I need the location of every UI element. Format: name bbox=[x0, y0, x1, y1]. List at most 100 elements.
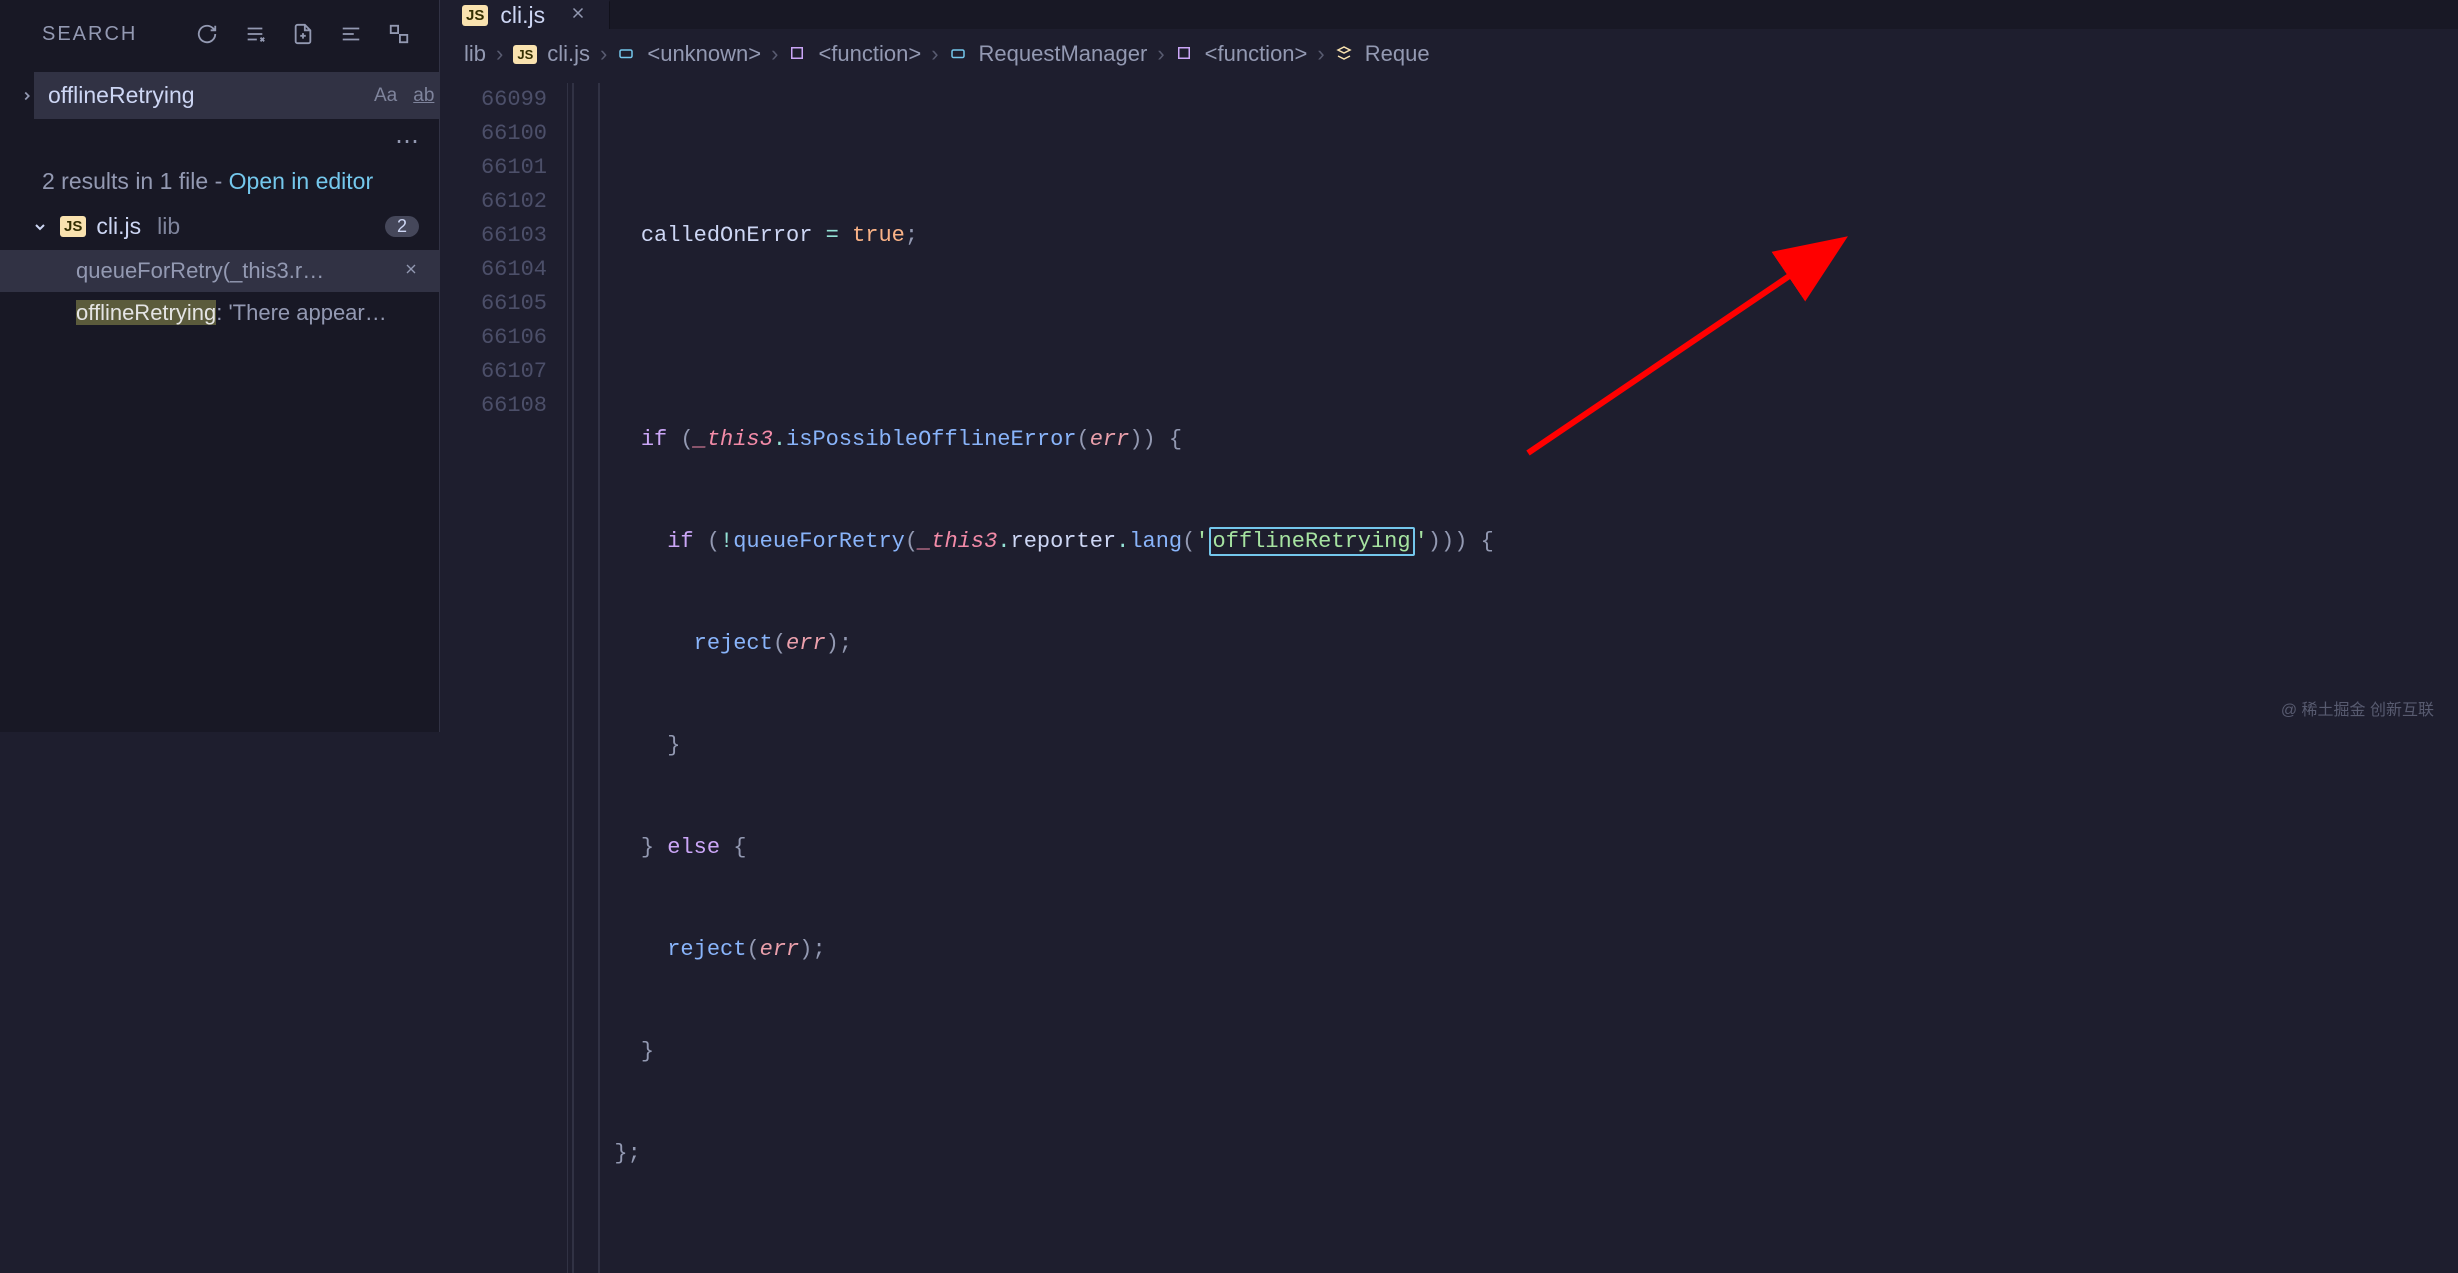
bc-item[interactable]: <function> bbox=[818, 41, 921, 67]
method-icon bbox=[1335, 44, 1355, 64]
indent-guide bbox=[598, 83, 600, 1273]
code-token: . bbox=[997, 529, 1010, 554]
editor-area: JS cli.js lib › JS cli.js › <unknown> › … bbox=[440, 0, 2458, 732]
symbol-icon bbox=[617, 44, 637, 64]
search-result-item[interactable]: queueForRetry(_this3.r… bbox=[0, 250, 439, 292]
chevron-right-icon: › bbox=[1317, 41, 1324, 67]
code-token: if bbox=[641, 427, 667, 452]
result-text: offlineRetrying: 'There appear… bbox=[76, 300, 387, 326]
tab-cli-js[interactable]: JS cli.js bbox=[440, 0, 610, 29]
bc-item[interactable]: <unknown> bbox=[647, 41, 761, 67]
bc-item[interactable]: cli.js bbox=[547, 41, 590, 67]
code-token: ' bbox=[1195, 529, 1208, 554]
search-result-item[interactable]: offlineRetrying: 'There appear… bbox=[0, 292, 439, 334]
code-token: ( bbox=[1077, 427, 1090, 452]
code-token: . bbox=[1116, 529, 1129, 554]
code-token: queueForRetry bbox=[733, 529, 905, 554]
line-number: 66100 bbox=[440, 117, 547, 151]
match-case-button[interactable]: Aa bbox=[366, 81, 405, 111]
file-path: lib bbox=[157, 213, 180, 240]
js-icon: JS bbox=[60, 216, 86, 237]
collapse-icon[interactable] bbox=[383, 18, 415, 50]
line-number: 66101 bbox=[440, 151, 547, 185]
code-token: ( bbox=[773, 631, 786, 656]
more-options[interactable]: ⋯ bbox=[0, 123, 439, 160]
code-token: ( bbox=[680, 427, 693, 452]
code-token: err bbox=[786, 631, 826, 656]
result-file-row[interactable]: JS cli.js lib 2 bbox=[0, 203, 439, 250]
code-token: . bbox=[773, 427, 786, 452]
search-header: SEARCH bbox=[0, 0, 439, 64]
bc-item[interactable]: RequestManager bbox=[979, 41, 1148, 67]
chevron-right-icon: › bbox=[931, 41, 938, 67]
new-file-icon[interactable] bbox=[287, 18, 319, 50]
symbol-icon bbox=[949, 44, 969, 64]
code-token: _this3 bbox=[694, 427, 773, 452]
close-tab-icon[interactable] bbox=[569, 4, 587, 28]
line-gutter: 6609966100661016610266103661046610566106… bbox=[440, 83, 568, 1273]
code-token: true bbox=[852, 223, 905, 248]
bc-item[interactable]: lib bbox=[464, 41, 486, 67]
refresh-icon[interactable] bbox=[191, 18, 223, 50]
search-row: Aa ab .* bbox=[0, 64, 439, 123]
code-token: _this3 bbox=[918, 529, 997, 554]
code-token: if bbox=[667, 529, 693, 554]
chevron-right-icon: › bbox=[771, 41, 778, 67]
breadcrumb[interactable]: lib › JS cli.js › <unknown> › <function>… bbox=[440, 29, 2458, 79]
line-number: 66099 bbox=[440, 83, 547, 117]
code-content[interactable]: calledOnError = true; if (_this3.isPossi… bbox=[568, 83, 1494, 1273]
result-count-badge: 2 bbox=[385, 216, 419, 237]
annotation-arrow bbox=[1488, 233, 1868, 473]
code-token: err bbox=[1090, 427, 1130, 452]
code-token: )) { bbox=[1129, 427, 1182, 452]
code-token: ); bbox=[826, 631, 852, 656]
code-token: ' bbox=[1415, 529, 1428, 554]
chevron-right-icon: › bbox=[1157, 41, 1164, 67]
summary-text: 2 results in 1 file - bbox=[42, 168, 229, 194]
tab-label: cli.js bbox=[500, 2, 545, 29]
view-tree-icon[interactable] bbox=[335, 18, 367, 50]
code-token: { bbox=[733, 835, 746, 860]
line-number: 66105 bbox=[440, 287, 547, 321]
code-token: } bbox=[667, 733, 680, 758]
code-token: err bbox=[760, 937, 800, 962]
code-token: reporter bbox=[1011, 529, 1117, 554]
open-in-editor-link[interactable]: Open in editor bbox=[229, 168, 373, 194]
code-token: }; bbox=[614, 1141, 640, 1166]
js-icon: JS bbox=[462, 5, 488, 26]
match-word-button[interactable]: ab bbox=[405, 81, 442, 111]
code-editor[interactable]: 6609966100661016610266103661046610566106… bbox=[440, 79, 2458, 1273]
chevron-right-icon: › bbox=[600, 41, 607, 67]
line-number: 66107 bbox=[440, 355, 547, 389]
chevron-down-icon bbox=[32, 219, 50, 235]
expand-search-icon[interactable] bbox=[20, 89, 34, 103]
code-token: ))) { bbox=[1428, 529, 1494, 554]
code-token: ( bbox=[746, 937, 759, 962]
code-token: ); bbox=[799, 937, 825, 962]
code-token: = bbox=[826, 223, 839, 248]
code-token: ( bbox=[707, 529, 720, 554]
watermark: @ 稀土掘金 创新互联 bbox=[2281, 696, 2434, 720]
bc-item[interactable]: <function> bbox=[1205, 41, 1308, 67]
search-input[interactable] bbox=[34, 72, 358, 119]
code-token: } bbox=[641, 1039, 654, 1064]
results-summary: 2 results in 1 file - Open in editor bbox=[0, 160, 439, 203]
bc-item[interactable]: Reque bbox=[1365, 41, 1430, 67]
indent-guide bbox=[572, 83, 574, 1273]
line-number: 66103 bbox=[440, 219, 547, 253]
code-token: calledOnError bbox=[641, 223, 813, 248]
line-number: 66108 bbox=[440, 389, 547, 423]
code-token: else bbox=[667, 835, 720, 860]
code-token: reject bbox=[694, 631, 773, 656]
code-token: lang bbox=[1129, 529, 1182, 554]
chevron-right-icon: › bbox=[496, 41, 503, 67]
code-token: ; bbox=[905, 223, 918, 248]
search-match-highlight: offlineRetrying bbox=[1209, 527, 1415, 556]
clear-icon[interactable] bbox=[239, 18, 271, 50]
line-number: 66104 bbox=[440, 253, 547, 287]
code-token: ( bbox=[1182, 529, 1195, 554]
search-title: SEARCH bbox=[42, 23, 175, 46]
code-token: isPossibleOfflineError bbox=[786, 427, 1076, 452]
dismiss-result-icon[interactable] bbox=[403, 261, 419, 282]
tab-bar: JS cli.js bbox=[440, 0, 2458, 29]
